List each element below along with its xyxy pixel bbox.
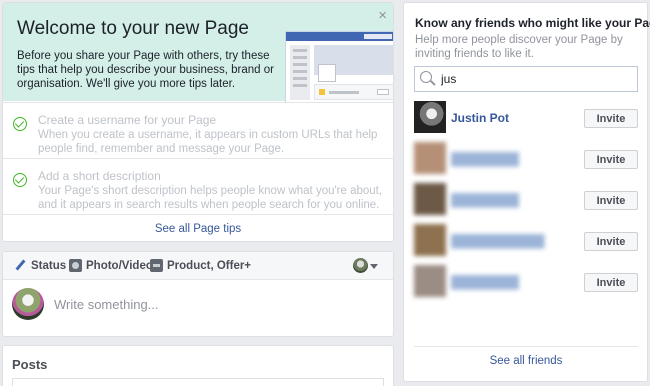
- posts-list: [12, 378, 384, 386]
- close-icon[interactable]: ×: [378, 8, 387, 23]
- list-item: ████████ Invite: [414, 183, 638, 217]
- posts-title: Posts: [12, 357, 48, 372]
- avatar: [12, 288, 44, 320]
- composer-tabs: Status Photo/Video Product, Offer+: [3, 252, 393, 280]
- see-all-friends-link[interactable]: See all friends: [414, 346, 638, 376]
- avatar[interactable]: [414, 265, 446, 297]
- welcome-card: Welcome to your new Page Before you shar…: [2, 2, 394, 242]
- see-all-page-tips-link[interactable]: See all Page tips: [3, 214, 393, 241]
- avatar[interactable]: [414, 183, 446, 215]
- tip-title: Add a short description: [38, 169, 161, 183]
- tab-label: Status: [31, 259, 67, 272]
- invite-button[interactable]: Invite: [584, 150, 638, 169]
- posts-section: Posts: [2, 345, 394, 386]
- invite-subtitle: Help more people discover your Page by i…: [415, 34, 623, 60]
- avatar[interactable]: [414, 142, 446, 174]
- invite-button[interactable]: Invite: [584, 273, 638, 292]
- tab-label: Photo/Video: [86, 259, 153, 272]
- checkmark-icon: [13, 117, 27, 131]
- friend-search: [414, 66, 638, 92]
- chevron-down-icon[interactable]: [370, 264, 378, 269]
- friend-name-redacted[interactable]: ████████: [451, 275, 519, 289]
- avatar[interactable]: [414, 224, 446, 256]
- friend-search-input[interactable]: [441, 70, 631, 88]
- search-icon: [420, 71, 432, 83]
- invite-button[interactable]: Invite: [584, 109, 638, 128]
- invite-button[interactable]: Invite: [584, 232, 638, 251]
- tab-status[interactable]: Status: [14, 259, 66, 272]
- tip-short-description[interactable]: Add a short description Your Page's shor…: [3, 158, 393, 214]
- list-item: ████████ Invite: [414, 142, 638, 176]
- pencil-icon: [14, 259, 27, 272]
- list-item: ███████████ Invite: [414, 224, 638, 258]
- tab-label: Product, Offer+: [167, 259, 252, 272]
- friend-name-redacted[interactable]: ████████: [451, 152, 519, 166]
- invite-friends-card: Know any friends who might like your Pag…: [403, 2, 650, 382]
- tab-product-offer[interactable]: Product, Offer+: [150, 259, 251, 272]
- welcome-title: Welcome to your new Page: [17, 18, 249, 39]
- welcome-description: Before you share your Page with others, …: [17, 50, 274, 90]
- tab-photo-video[interactable]: Photo/Video: [69, 259, 153, 272]
- invite-title: Know any friends who might like your Pag…: [415, 16, 650, 30]
- avatar[interactable]: [414, 101, 446, 133]
- post-composer: Status Photo/Video Product, Offer+ Write…: [2, 251, 394, 337]
- tip-create-username[interactable]: Create a username for your Page When you…: [3, 102, 393, 158]
- product-icon: [150, 259, 163, 272]
- tip-text: Your Page's short description helps peop…: [38, 185, 383, 211]
- list-item: ████████ Invite: [414, 265, 638, 299]
- welcome-header: Welcome to your new Page Before you shar…: [3, 3, 393, 103]
- friend-name-redacted[interactable]: ████████: [451, 193, 519, 207]
- checkmark-icon: [13, 173, 27, 187]
- list-item: Justin Pot Invite: [414, 101, 638, 135]
- posting-as-avatar[interactable]: [353, 258, 368, 273]
- page-preview-illustration: [285, 31, 393, 103]
- tip-text: When you create a username, it appears i…: [38, 129, 378, 155]
- camera-icon: [69, 259, 82, 272]
- write-something-input[interactable]: Write something...: [54, 297, 159, 312]
- friend-name-redacted[interactable]: ███████████: [451, 234, 545, 248]
- tip-title: Create a username for your Page: [38, 113, 217, 127]
- invite-button[interactable]: Invite: [584, 191, 638, 210]
- friend-name[interactable]: Justin Pot: [451, 111, 509, 125]
